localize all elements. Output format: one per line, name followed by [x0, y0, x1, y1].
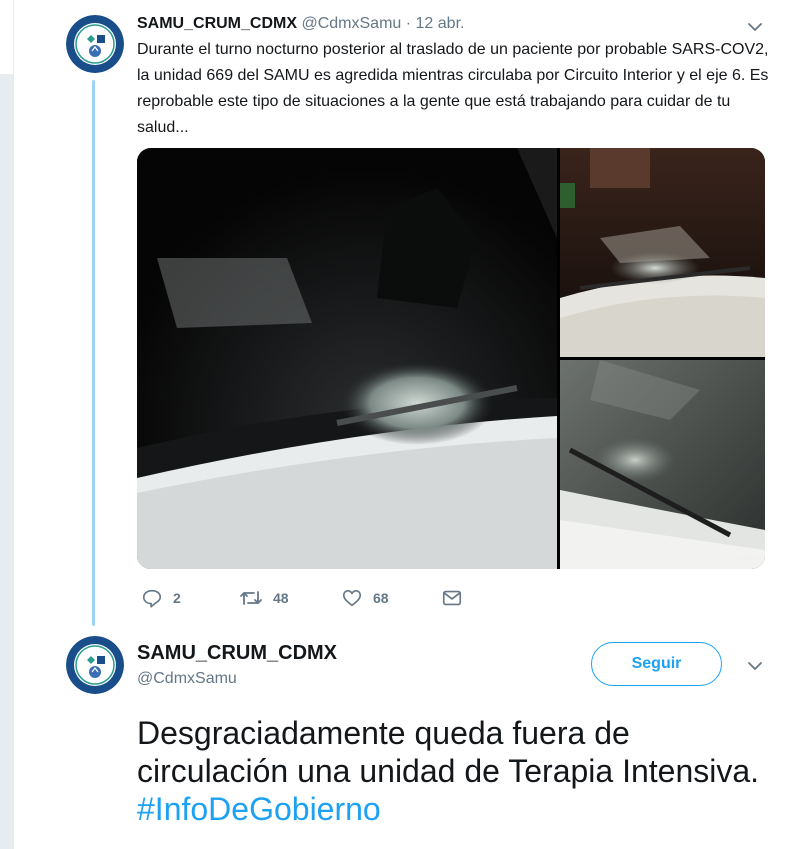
photo-windshield-night[interactable]: [137, 148, 557, 569]
chevron-down-icon[interactable]: [746, 18, 764, 36]
separator-dot: ·: [405, 15, 412, 32]
tweet-header: SAMU_CRUM_CDMX @CdmxSamu · 12 abr.: [137, 13, 464, 35]
retweet-button[interactable]: 48: [239, 586, 289, 610]
photo-windshield-day[interactable]: 2020-4: [560, 360, 765, 569]
reply-count: 2: [173, 590, 181, 606]
retweet-count: 48: [273, 590, 289, 606]
tweet-text-large: Desgraciadamente queda fuera de circulac…: [137, 714, 777, 828]
photo-cabin-damage[interactable]: [560, 148, 765, 357]
reply-icon: [141, 587, 163, 609]
tweet-date[interactable]: 12 abr.: [416, 15, 465, 32]
display-name[interactable]: SAMU_CRUM_CDMX: [137, 640, 337, 666]
dm-button[interactable]: [441, 586, 463, 610]
follow-button[interactable]: Seguir: [591, 642, 722, 686]
avatar[interactable]: [66, 15, 124, 73]
like-icon: [341, 587, 363, 609]
avatar[interactable]: [66, 636, 124, 694]
hashtag-link[interactable]: #InfoDeGobierno: [137, 790, 777, 828]
photo-watermark: 2020-4: [738, 555, 760, 562]
like-count: 68: [373, 590, 389, 606]
left-gutter: [0, 0, 14, 849]
thread-connector-line: [92, 80, 95, 626]
dm-icon: [441, 587, 463, 609]
tweet-text: Desgraciadamente queda fuera de circulac…: [137, 715, 760, 789]
tweet-text: Durante el turno nocturno posterior al t…: [137, 41, 769, 136]
samu-logo: [66, 636, 124, 694]
left-gutter-top: [0, 0, 14, 74]
like-button[interactable]: 68: [341, 586, 389, 610]
retweet-icon: [239, 587, 263, 609]
user-handle[interactable]: @CdmxSamu: [301, 15, 401, 32]
reply-button[interactable]: 2: [141, 586, 181, 610]
display-name[interactable]: SAMU_CRUM_CDMX: [137, 15, 297, 32]
chevron-down-icon[interactable]: [746, 657, 764, 675]
samu-logo: [66, 15, 124, 73]
tweet-media-grid: 2020-4: [137, 148, 765, 569]
user-handle[interactable]: @CdmxSamu: [137, 668, 237, 690]
